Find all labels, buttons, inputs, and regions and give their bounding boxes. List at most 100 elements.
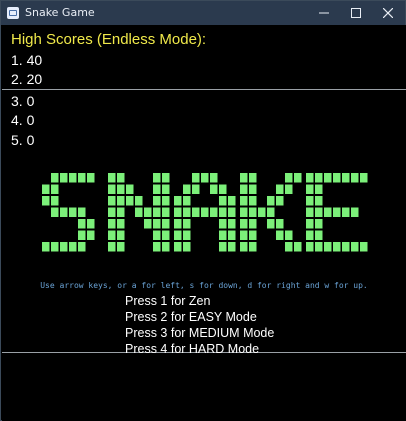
logo-block — [192, 173, 200, 183]
logo-block — [228, 219, 236, 229]
logo-block — [351, 207, 359, 217]
logo-block — [153, 219, 161, 229]
logo-block — [276, 230, 284, 240]
logo-block — [351, 173, 359, 183]
logo-block — [117, 230, 125, 240]
logo-block — [78, 242, 86, 252]
logo-block — [108, 219, 116, 229]
minimize-button[interactable] — [308, 1, 340, 25]
logo-block — [360, 242, 368, 252]
logo-block — [342, 242, 350, 252]
logo-block — [306, 207, 314, 217]
logo-block — [117, 242, 125, 252]
logo-block — [162, 242, 170, 252]
high-score-entry: 1. 40 — [11, 52, 43, 68]
high-score-entry: 4. 0 — [11, 112, 35, 128]
window-title: Snake Game — [25, 6, 95, 19]
logo-block — [60, 207, 68, 217]
logo-block — [276, 184, 284, 194]
logo-block — [285, 173, 293, 183]
logo-block — [285, 242, 293, 252]
logo-block — [162, 173, 170, 183]
logo-block — [60, 242, 68, 252]
logo-block — [183, 242, 191, 252]
logo-block — [183, 184, 191, 194]
logo-block — [306, 184, 314, 194]
logo-block — [294, 242, 302, 252]
logo-block — [78, 207, 86, 217]
logo-block — [69, 173, 77, 183]
logo-block — [162, 196, 170, 206]
logo-block — [315, 207, 323, 217]
logo-block — [117, 173, 125, 183]
logo-block — [201, 207, 209, 217]
logo-block — [360, 173, 368, 183]
logo-block — [192, 207, 200, 217]
close-button[interactable] — [372, 1, 404, 25]
logo-block — [108, 173, 116, 183]
logo-block — [240, 242, 248, 252]
logo-block — [333, 173, 341, 183]
logo-block — [108, 242, 116, 252]
logo-block — [144, 207, 152, 217]
game-window: Snake Game High Scores (Endless Mode): 1… — [0, 0, 406, 421]
game-canvas[interactable]: High Scores (Endless Mode): 1. 40 2. 20 … — [2, 25, 406, 421]
logo-block — [87, 173, 95, 183]
logo-block — [183, 207, 191, 217]
logo-block — [144, 219, 152, 229]
high-score-entry: 2. 20 — [11, 71, 43, 87]
logo-block — [153, 196, 161, 206]
logo-block — [249, 196, 257, 206]
logo-block — [219, 230, 227, 240]
logo-block — [315, 230, 323, 240]
logo-block — [153, 242, 161, 252]
logo-block — [78, 230, 86, 240]
logo-block — [192, 184, 200, 194]
title-bar[interactable]: Snake Game — [1, 1, 405, 25]
logo-block — [174, 207, 182, 217]
logo-block — [306, 242, 314, 252]
logo-block — [153, 207, 161, 217]
logo-block — [324, 207, 332, 217]
logo-block — [249, 242, 257, 252]
logo-block — [249, 207, 257, 217]
logo-block — [153, 173, 161, 183]
logo-block — [249, 219, 257, 229]
logo-block — [51, 184, 59, 194]
logo-block — [126, 184, 134, 194]
logo-block — [210, 184, 218, 194]
logo-block — [249, 184, 257, 194]
logo-block — [324, 242, 332, 252]
logo-block — [201, 173, 209, 183]
logo-block — [51, 207, 59, 217]
logo-block — [240, 184, 248, 194]
mode-option-easy: Press 2 for EASY Mode — [125, 310, 257, 324]
logo-block — [51, 196, 59, 206]
logo-block — [258, 207, 266, 217]
logo-block — [108, 207, 116, 217]
logo-block — [42, 196, 50, 206]
controls-hint: Use arrow keys, or a for left, s for dow… — [40, 281, 368, 290]
logo-block — [108, 230, 116, 240]
logo-block — [306, 196, 314, 206]
close-icon — [383, 8, 393, 18]
logo-block — [183, 230, 191, 240]
logo-block — [351, 242, 359, 252]
logo-block — [249, 230, 257, 240]
logo-block — [117, 207, 125, 217]
logo-block — [267, 219, 275, 229]
logo-block — [285, 230, 293, 240]
app-icon — [7, 7, 19, 19]
logo-block — [183, 196, 191, 206]
logo-block — [162, 219, 170, 229]
logo-block — [135, 196, 143, 206]
logo-block — [78, 219, 86, 229]
logo-block — [276, 196, 284, 206]
logo-block — [126, 196, 134, 206]
maximize-button[interactable] — [340, 1, 372, 25]
logo-block — [162, 230, 170, 240]
logo-block — [117, 219, 125, 229]
logo-block — [174, 230, 182, 240]
logo-block — [162, 207, 170, 217]
logo-block — [240, 230, 248, 240]
